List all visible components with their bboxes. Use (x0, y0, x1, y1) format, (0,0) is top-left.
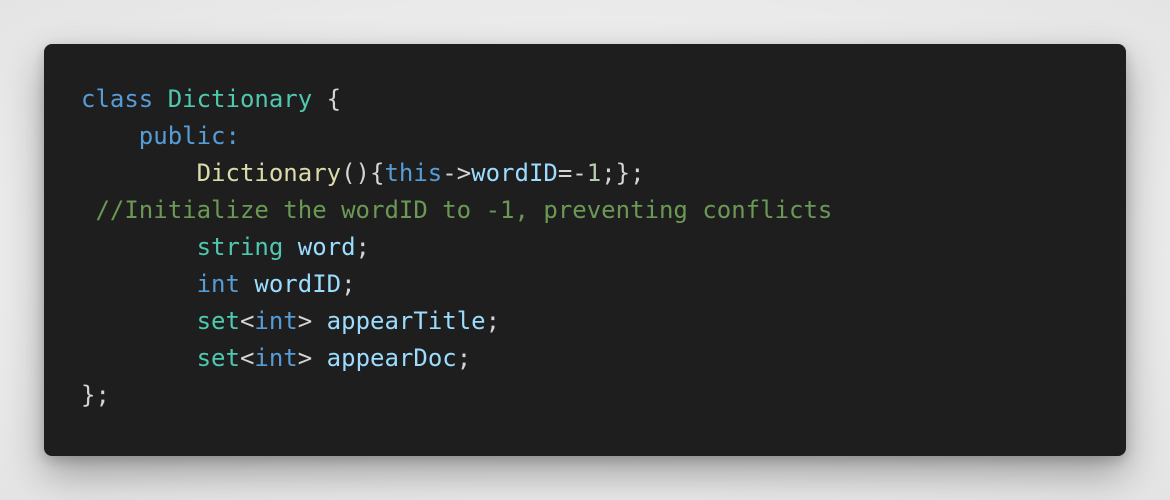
code-line-1: class Dictionary { (81, 81, 832, 118)
token-operator: =- (557, 159, 587, 187)
token-punctuation: < (239, 307, 255, 335)
code-line-2: public: (81, 118, 832, 155)
token-type-param: int (254, 307, 298, 335)
code-block: class Dictionary { public: Dictionary(){… (44, 44, 1126, 456)
token-type: set (196, 344, 240, 372)
token-type-param: int (254, 344, 298, 372)
code-content: class Dictionary { public: Dictionary(){… (81, 81, 832, 414)
token-punctuation: ;}; (601, 159, 645, 187)
code-line-3: Dictionary(){this->wordID=-1;}; (81, 155, 832, 192)
token-function: Dictionary (196, 159, 342, 187)
token-punctuation: }; (81, 381, 110, 409)
code-line-5: string word; (81, 229, 832, 266)
token-class-name: Dictionary (167, 85, 313, 113)
token-comment: //Initialize the wordID to -1, preventin… (95, 196, 833, 224)
token-member: wordID (471, 159, 558, 187)
code-line-4: //Initialize the wordID to -1, preventin… (81, 192, 832, 229)
token-access-specifier: public (138, 122, 226, 150)
token-operator: -> (442, 159, 472, 187)
code-line-6: int wordID; (81, 266, 832, 303)
token-punctuation: ; (341, 270, 356, 298)
token-punctuation: > (297, 307, 313, 335)
token-variable: appearTitle (326, 307, 486, 335)
token-punctuation: ; (456, 344, 472, 372)
token-variable: wordID (254, 270, 342, 298)
token-punctuation: : (225, 122, 240, 150)
token-number: 1 (586, 159, 602, 187)
token-keyword: class (81, 85, 154, 113)
token-variable: appearDoc (326, 344, 457, 372)
token-punctuation: ; (485, 307, 501, 335)
token-punctuation: > (297, 344, 313, 372)
code-line-7: set<int> appearTitle; (81, 303, 832, 340)
page-background: class Dictionary { public: Dictionary(){… (0, 0, 1170, 500)
token-type: string (196, 233, 284, 261)
token-punctuation: { (370, 159, 385, 187)
token-punctuation: () (341, 159, 370, 187)
token-punctuation: < (239, 344, 255, 372)
token-variable: word (297, 233, 356, 261)
token-punctuation: { (326, 85, 342, 113)
code-line-9: }; (81, 377, 832, 414)
code-line-8: set<int> appearDoc; (81, 340, 832, 377)
token-type: int (196, 270, 240, 298)
token-keyword: this (384, 159, 443, 187)
token-type: set (196, 307, 240, 335)
token-punctuation: ; (355, 233, 370, 261)
